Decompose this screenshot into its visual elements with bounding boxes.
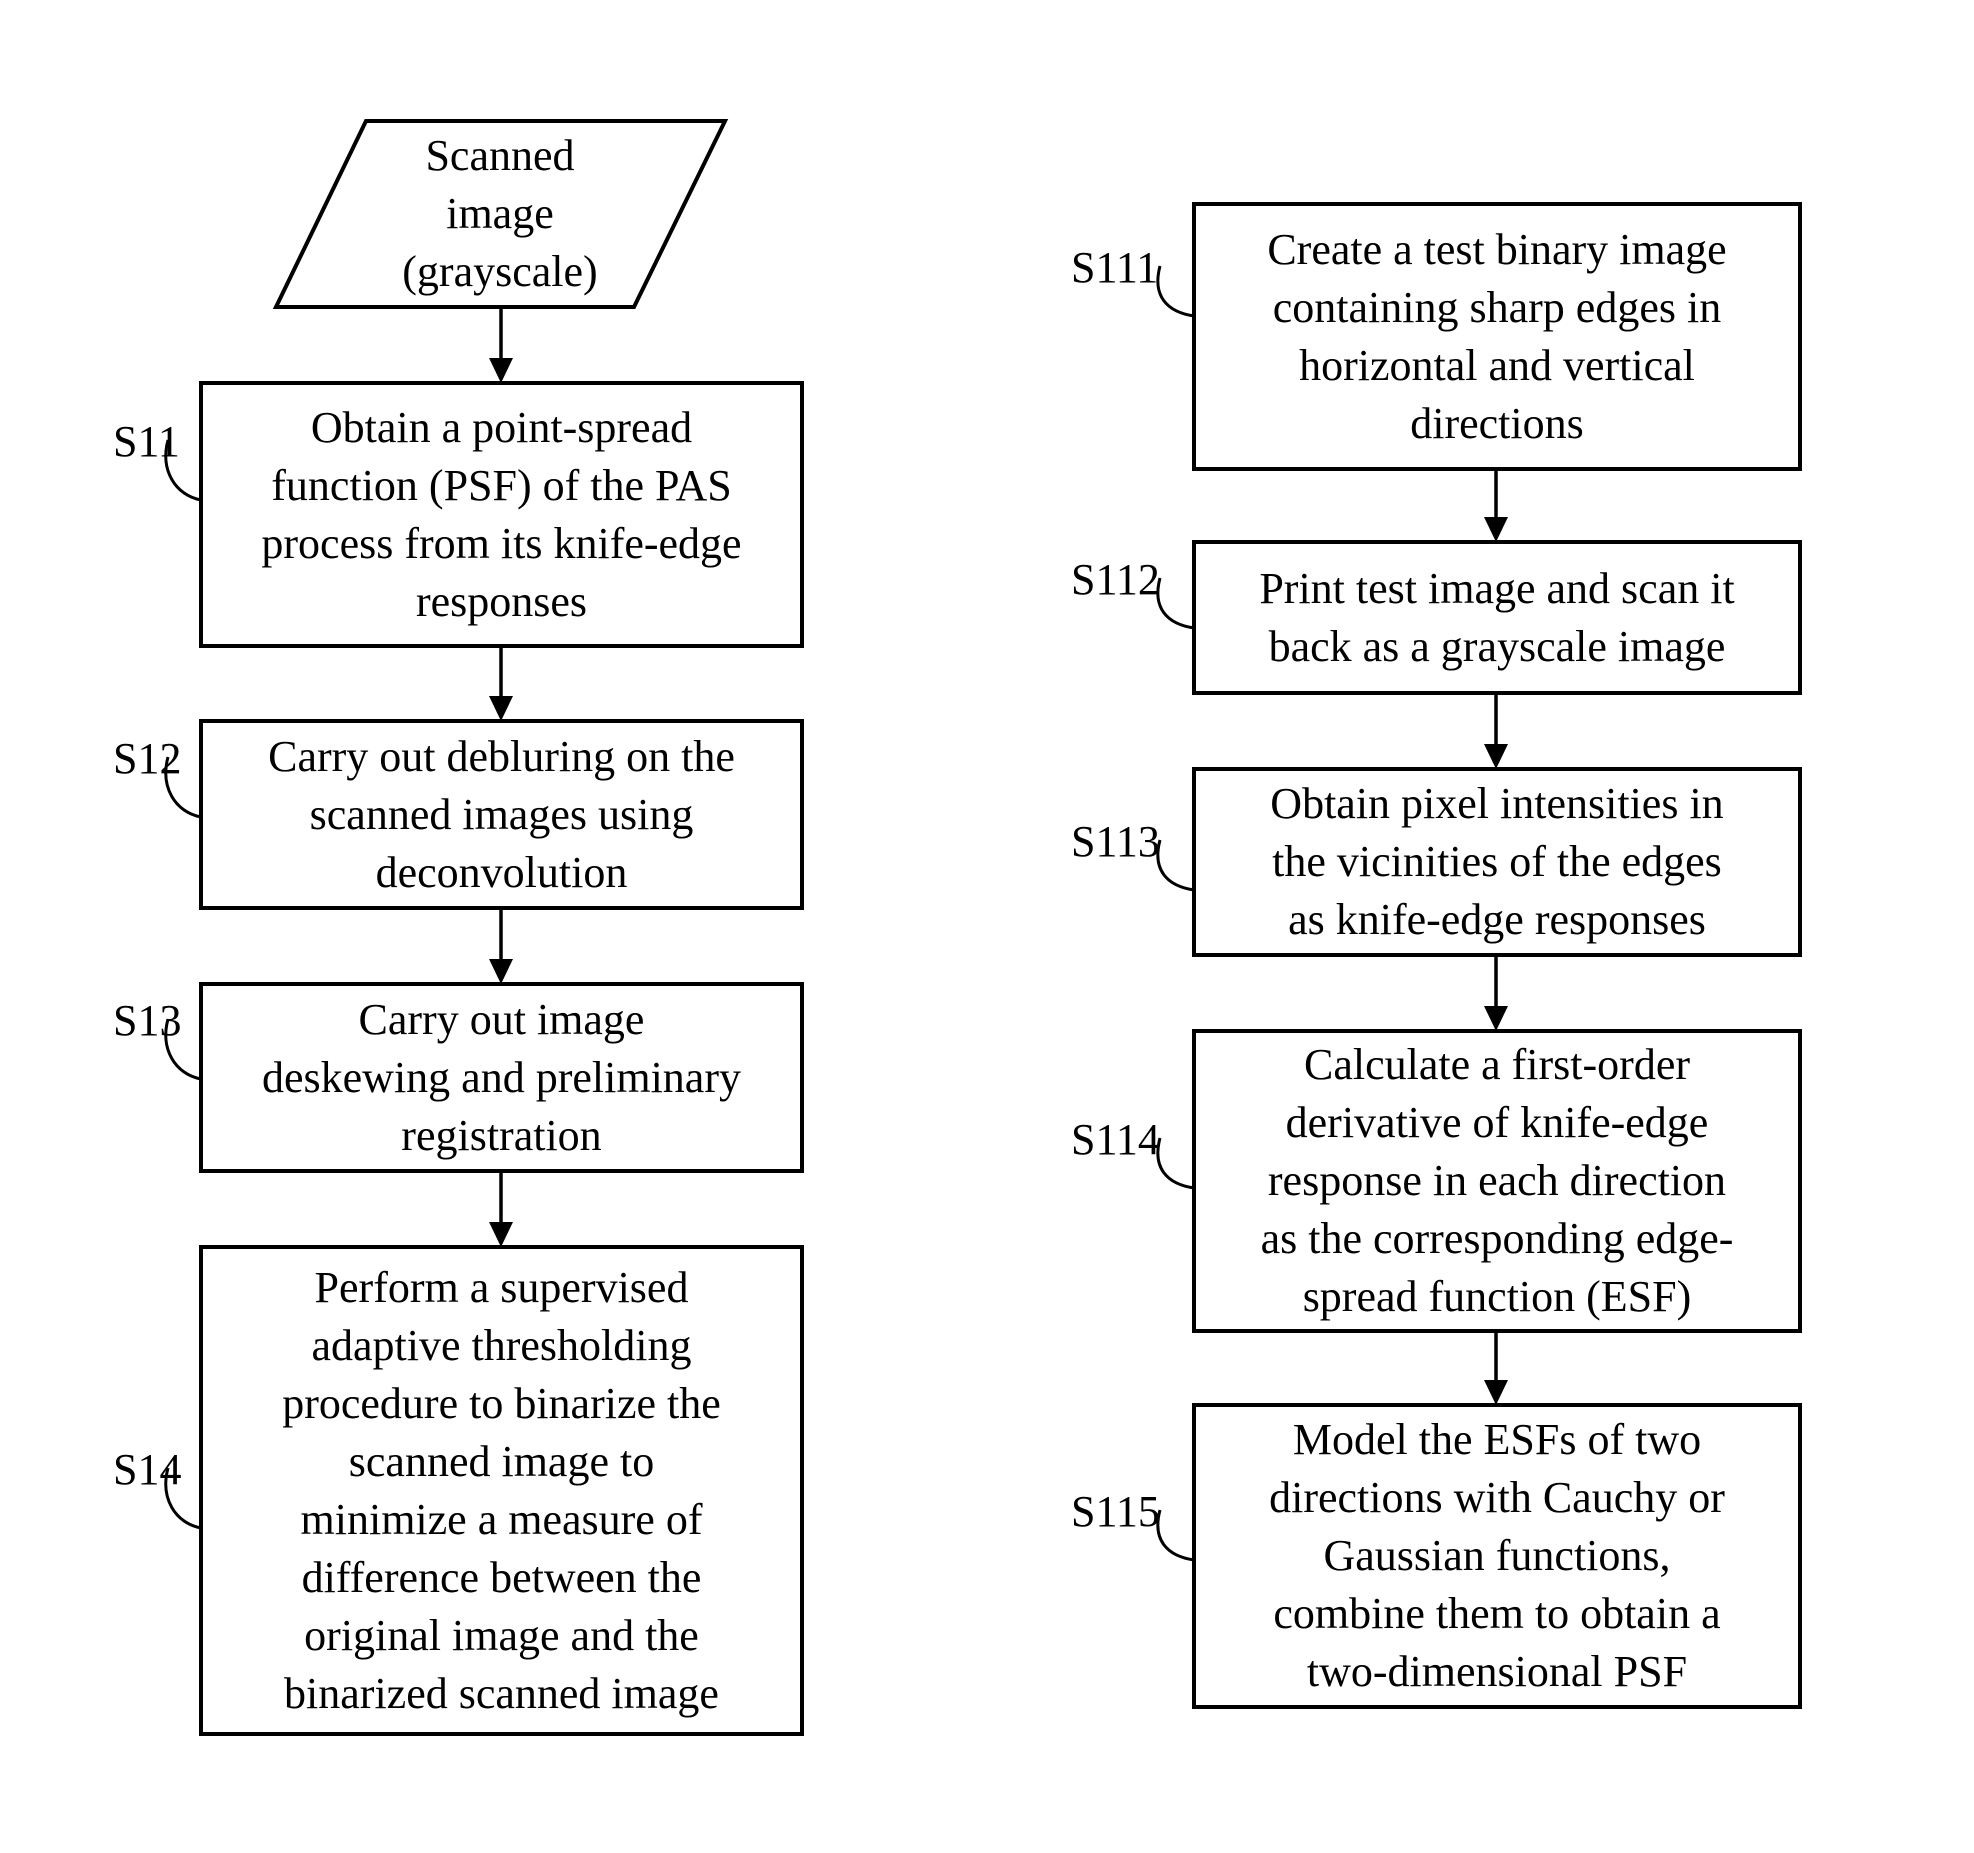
step-line: binarized scanned image xyxy=(284,1668,719,1718)
step-text-s11: Obtain a point-spread function (PSF) of … xyxy=(201,383,802,646)
step-line: horizontal and vertical xyxy=(1299,340,1695,390)
step-line: procedure to binarize the xyxy=(282,1378,721,1428)
step-line: difference between the xyxy=(301,1552,702,1602)
step-label-s114: S114 xyxy=(1071,1115,1160,1164)
step-line: Perform a supervised xyxy=(314,1262,689,1312)
leader-s112 xyxy=(1156,577,1195,630)
step-label-s112: S112 xyxy=(1071,555,1160,604)
step-line: Model the ESFs of two xyxy=(1292,1415,1702,1464)
step-line: Gaussian functions, xyxy=(1323,1531,1671,1580)
step-line: Carry out image xyxy=(358,994,645,1044)
step-label-s115: S115 xyxy=(1071,1487,1160,1536)
step-line: scanned image to xyxy=(348,1436,655,1486)
step-text-s112: Print test image and scan it back as a g… xyxy=(1194,542,1800,693)
step-line: the vicinities of the edges xyxy=(1272,837,1722,886)
step-label-s113: S113 xyxy=(1071,817,1160,866)
step-line: Print test image and scan it xyxy=(1259,563,1735,613)
arrow-s113-to-s114 xyxy=(1484,955,1508,1031)
arrow-s111-to-s112 xyxy=(1484,469,1508,542)
step-text-s14: Perform a supervised adaptive thresholdi… xyxy=(201,1247,802,1734)
step-line: function (PSF) of the PAS xyxy=(271,460,732,510)
input-line: Scanned xyxy=(425,131,575,180)
step-line: deconvolution xyxy=(375,847,628,897)
leader-s111 xyxy=(1156,265,1195,318)
arrow-s114-to-s115 xyxy=(1484,1331,1508,1405)
step-line: containing sharp edges in xyxy=(1272,282,1722,332)
step-line: deskewing and preliminary xyxy=(262,1052,741,1102)
arrow-s12-to-s13 xyxy=(489,908,513,984)
step-line: Calculate a first-order xyxy=(1303,1040,1690,1089)
step-text-s114: Calculate a first-order derivative of kn… xyxy=(1194,1031,1800,1331)
step-label-s111: S111 xyxy=(1071,243,1159,292)
step-line: Obtain pixel intensities in xyxy=(1270,779,1724,828)
step-line: response in each direction xyxy=(1267,1156,1727,1205)
leader-s113 xyxy=(1156,839,1195,892)
input-line: image xyxy=(446,189,554,238)
step-text-s113: Obtain pixel intensities in the viciniti… xyxy=(1194,769,1800,955)
input-line: (grayscale) xyxy=(402,247,598,296)
step-label-s11: S11 xyxy=(113,417,180,466)
step-line: registration xyxy=(401,1110,602,1160)
step-line: directions with Cauchy or xyxy=(1269,1473,1725,1522)
arrow-s112-to-s113 xyxy=(1484,693,1508,769)
step-line: derivative of knife-edge xyxy=(1285,1098,1709,1147)
input-text: Scanned image (grayscale) xyxy=(320,121,680,307)
step-text-s13: Carry out image deskewing and preliminar… xyxy=(201,984,802,1171)
step-label-s14: S14 xyxy=(113,1445,182,1494)
arrow-s11-to-s12 xyxy=(489,646,513,721)
step-text-s12: Carry out debluring on the scanned image… xyxy=(201,721,802,908)
leader-s114 xyxy=(1156,1137,1195,1190)
step-line: directions xyxy=(1410,398,1584,448)
arrow-s13-to-s14 xyxy=(489,1171,513,1247)
step-line: original image and the xyxy=(304,1610,699,1660)
step-line: two-dimensional PSF xyxy=(1306,1647,1688,1696)
step-line: scanned images using xyxy=(309,789,694,839)
step-line: Create a test binary image xyxy=(1267,224,1727,274)
leader-s115 xyxy=(1156,1509,1195,1562)
step-line: Obtain a point-spread xyxy=(310,402,693,452)
step-text-s111: Create a test binary image containing sh… xyxy=(1194,204,1800,469)
step-line: combine them to obtain a xyxy=(1273,1589,1721,1638)
step-line: minimize a measure of xyxy=(300,1494,703,1544)
step-line: back as a grayscale image xyxy=(1268,621,1726,671)
step-line: as the corresponding edge- xyxy=(1260,1214,1734,1263)
step-line: Carry out debluring on the xyxy=(268,731,735,781)
step-line: responses xyxy=(415,576,588,626)
step-line: process from its knife-edge xyxy=(261,518,742,568)
step-line: adaptive thresholding xyxy=(311,1320,692,1370)
arrow-input-to-s11 xyxy=(489,307,513,383)
step-text-s115: Model the ESFs of two directions with Ca… xyxy=(1194,1405,1800,1707)
step-line: as knife-edge responses xyxy=(1288,895,1706,944)
step-line: spread function (ESF) xyxy=(1302,1272,1692,1321)
step-label-s13: S13 xyxy=(113,996,182,1045)
step-label-s12: S12 xyxy=(113,734,182,783)
